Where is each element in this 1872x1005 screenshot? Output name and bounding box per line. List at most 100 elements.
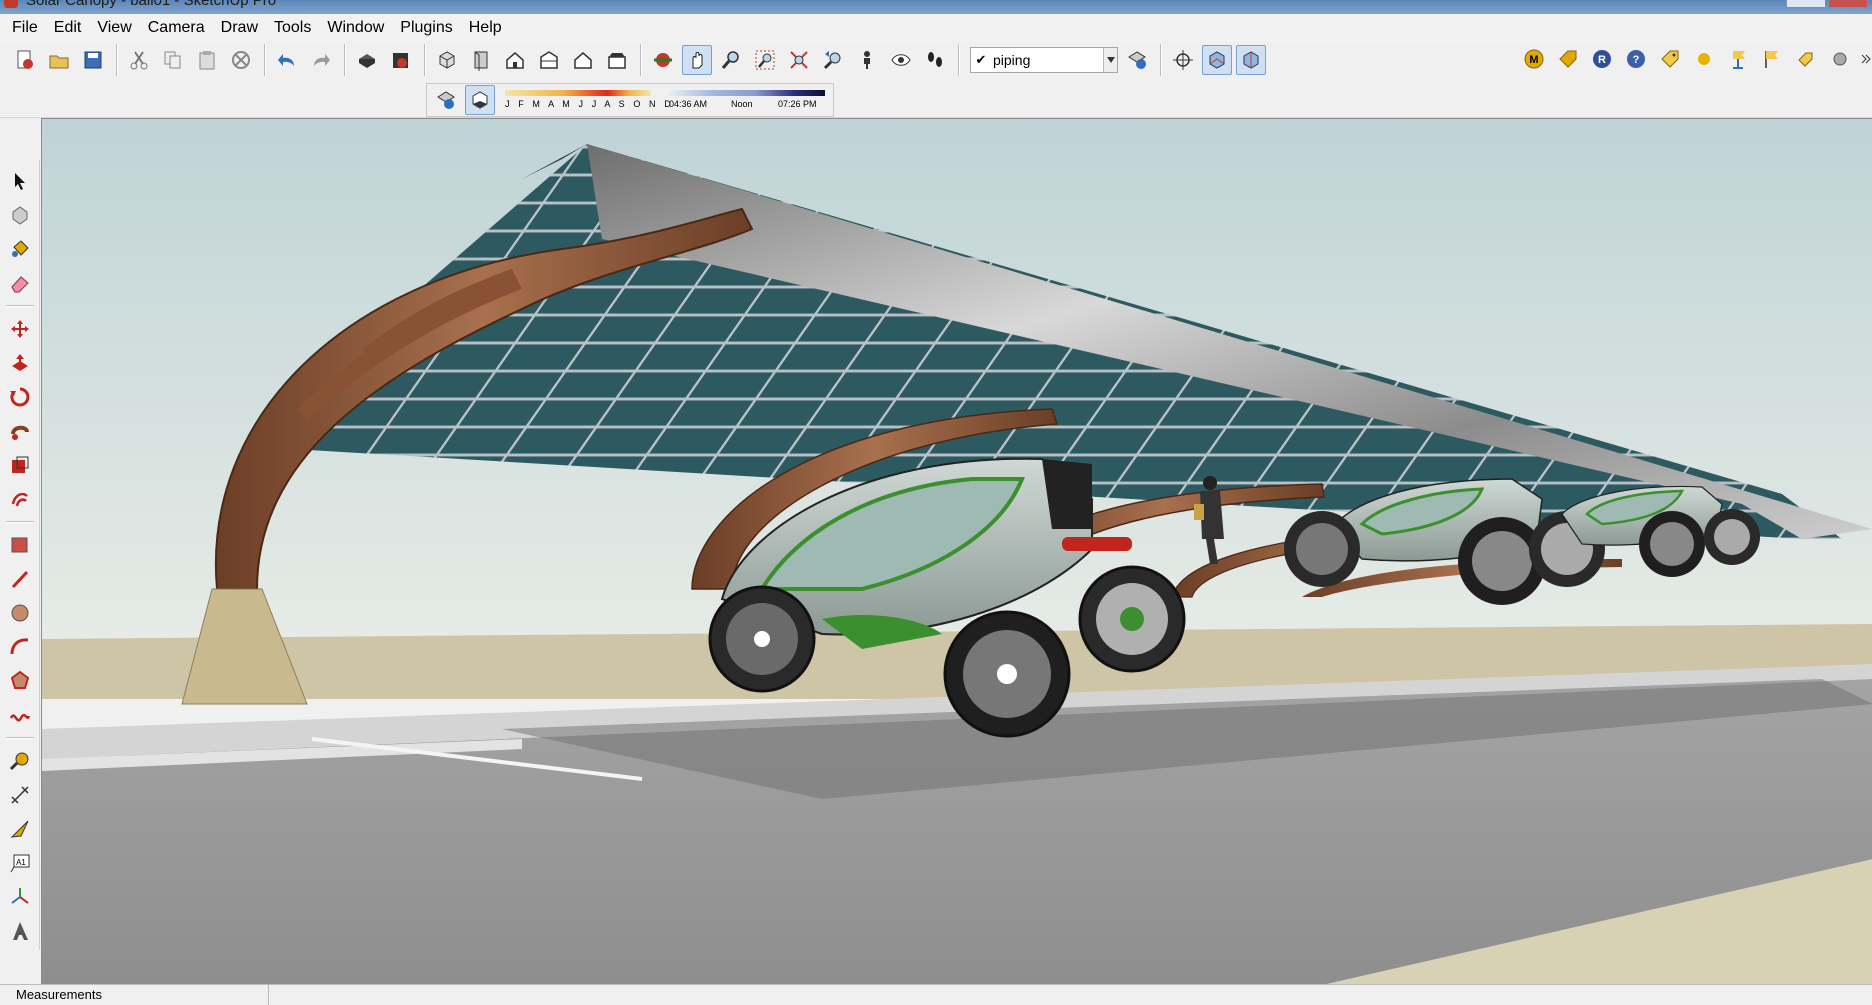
offset-icon[interactable] xyxy=(5,484,35,514)
toolbar-separator xyxy=(116,44,118,76)
paint-bucket-icon[interactable] xyxy=(5,234,35,264)
redo-icon[interactable] xyxy=(306,45,336,75)
scale-icon[interactable] xyxy=(5,450,35,480)
front-view-icon[interactable] xyxy=(500,45,530,75)
erase-icon[interactable] xyxy=(226,45,256,75)
shadow-settings-icon[interactable] xyxy=(431,85,461,115)
more-icon[interactable] xyxy=(1859,44,1872,74)
line-icon[interactable] xyxy=(5,564,35,594)
right-view-icon[interactable] xyxy=(534,45,564,75)
dimension-icon[interactable] xyxy=(5,780,35,810)
maximize-button[interactable] xyxy=(1786,0,1826,8)
chevron-down-icon[interactable] xyxy=(1103,48,1117,72)
previous-view-icon[interactable] xyxy=(818,45,848,75)
svg-text:R: R xyxy=(1598,54,1606,66)
zoom-icon[interactable] xyxy=(716,45,746,75)
help-globe-icon[interactable]: ? xyxy=(1621,44,1651,74)
svg-text:M: M xyxy=(1529,54,1538,66)
m-badge-icon[interactable]: M xyxy=(1519,44,1549,74)
rotate-icon[interactable] xyxy=(5,382,35,412)
select-tool-icon[interactable] xyxy=(5,166,35,196)
model-scene[interactable] xyxy=(42,119,1872,984)
menu-camera[interactable]: Camera xyxy=(140,14,213,42)
save-icon[interactable] xyxy=(78,45,108,75)
sunrise-time: 04:36 AM xyxy=(669,99,708,109)
layer-manager-icon[interactable] xyxy=(1122,45,1152,75)
polygon-icon[interactable] xyxy=(5,666,35,696)
menu-bar: File Edit View Camera Draw Tools Window … xyxy=(0,14,1872,42)
status-bar: Measurements xyxy=(0,984,1872,1005)
move-icon[interactable] xyxy=(5,314,35,344)
undo-icon[interactable] xyxy=(272,45,302,75)
menu-draw[interactable]: Draw xyxy=(213,14,266,42)
new-file-icon[interactable] xyxy=(10,45,40,75)
model-info-icon[interactable] xyxy=(386,45,416,75)
menu-file[interactable]: File xyxy=(4,14,46,42)
make-component-icon[interactable] xyxy=(5,200,35,230)
zoom-extents-icon[interactable] xyxy=(784,45,814,75)
shadow-toolbar: J F M A M J J A S O N D 04:36 AM Noon 07… xyxy=(426,83,834,117)
label-icon[interactable] xyxy=(1655,44,1685,74)
palette-separator xyxy=(5,521,34,523)
orbit-icon[interactable] xyxy=(648,45,678,75)
noon-label: Noon xyxy=(731,99,753,109)
toolbar-separator xyxy=(958,44,960,76)
print-icon[interactable] xyxy=(352,45,382,75)
paste-icon[interactable] xyxy=(192,45,222,75)
menu-view[interactable]: View xyxy=(89,14,139,42)
menu-plugins[interactable]: Plugins xyxy=(392,14,460,42)
tag-icon[interactable] xyxy=(1553,44,1583,74)
3d-viewport[interactable] xyxy=(41,118,1872,984)
open-folder-icon[interactable] xyxy=(44,45,74,75)
time-slider-track[interactable] xyxy=(669,90,825,96)
protractor-icon[interactable] xyxy=(5,814,35,844)
main-toolbar: ✔ piping xyxy=(10,44,1270,76)
zoom-window-icon[interactable] xyxy=(750,45,780,75)
axes-icon[interactable] xyxy=(1168,45,1198,75)
month-slider[interactable]: J F M A M J J A S O N D xyxy=(505,86,671,114)
freehand-icon[interactable] xyxy=(5,700,35,730)
sphere-icon[interactable] xyxy=(1689,44,1719,74)
text-icon[interactable]: A1 xyxy=(5,848,35,878)
tape-measure-icon[interactable] xyxy=(5,746,35,776)
close-window-button[interactable] xyxy=(1828,0,1868,8)
globe-icon[interactable] xyxy=(1825,44,1855,74)
flag-icon[interactable] xyxy=(1757,44,1787,74)
section-cut-icon[interactable] xyxy=(1236,45,1266,75)
position-camera-icon[interactable] xyxy=(852,45,882,75)
section-plane-icon[interactable] xyxy=(1202,45,1232,75)
r-badge-icon[interactable]: R xyxy=(1587,44,1617,74)
arc-icon[interactable] xyxy=(5,632,35,662)
3d-text-icon[interactable] xyxy=(5,916,35,946)
display-shadows-icon[interactable] xyxy=(465,85,495,115)
eraser-icon[interactable] xyxy=(5,268,35,298)
menu-tools[interactable]: Tools xyxy=(266,14,319,42)
menu-edit[interactable]: Edit xyxy=(46,14,90,42)
iso-view-icon[interactable] xyxy=(432,45,462,75)
measurements-label: Measurements xyxy=(16,987,102,1002)
axes-tool-icon[interactable] xyxy=(5,882,35,912)
left-tool-palette: A1 xyxy=(0,160,40,950)
top-view-icon[interactable] xyxy=(466,45,496,75)
follow-me-icon[interactable] xyxy=(5,416,35,446)
circle-icon[interactable] xyxy=(5,598,35,628)
pan-icon[interactable] xyxy=(682,45,712,75)
look-around-icon[interactable] xyxy=(886,45,916,75)
title-bar: Solar Canopy - ball01 - SketchUp Pro xyxy=(0,0,1872,14)
push-pull-icon[interactable] xyxy=(5,348,35,378)
flag-stand-icon[interactable] xyxy=(1723,44,1753,74)
tag-small-icon[interactable] xyxy=(1791,44,1821,74)
back-view-icon[interactable] xyxy=(568,45,598,75)
month-slider-track[interactable] xyxy=(505,90,651,96)
layer-visible-check-icon[interactable]: ✔ xyxy=(971,52,991,68)
toolbar-separator xyxy=(640,44,642,76)
time-slider[interactable]: 04:36 AM Noon 07:26 PM xyxy=(669,86,829,114)
left-view-icon[interactable] xyxy=(602,45,632,75)
cut-icon[interactable] xyxy=(124,45,154,75)
rectangle-icon[interactable] xyxy=(5,530,35,560)
layer-dropdown[interactable]: ✔ piping xyxy=(970,47,1118,73)
walk-icon[interactable] xyxy=(920,45,950,75)
copy-icon[interactable] xyxy=(158,45,188,75)
menu-window[interactable]: Window xyxy=(319,14,392,42)
menu-help[interactable]: Help xyxy=(461,14,510,42)
